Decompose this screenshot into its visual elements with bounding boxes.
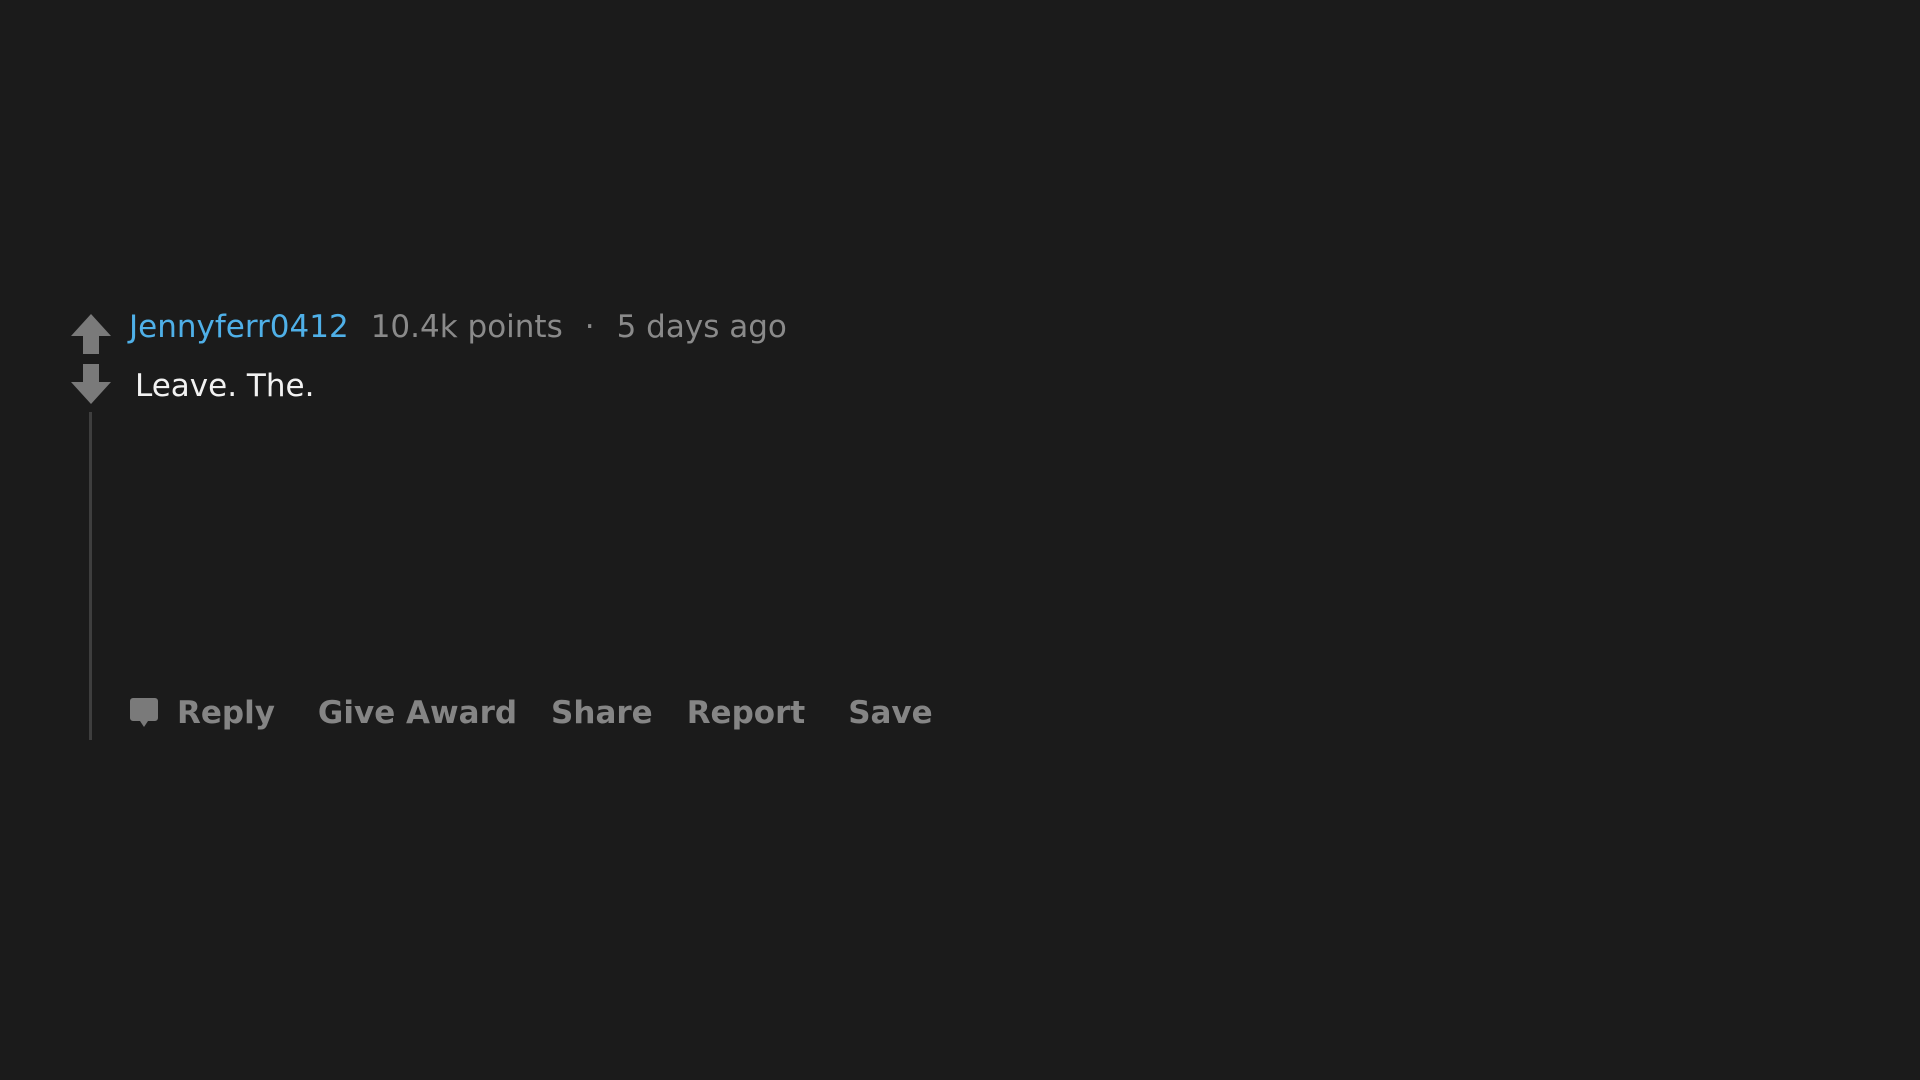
- comment-meta: Jennyferr0412 10.4k points · 5 days ago: [129, 306, 787, 348]
- reply-button[interactable]: Reply: [130, 695, 275, 731]
- share-button[interactable]: Share: [551, 695, 653, 731]
- arrow-up-icon: [71, 314, 111, 354]
- comment-body: Leave. The.: [135, 368, 315, 404]
- points-count: 10.4k points: [370, 309, 563, 345]
- share-label: Share: [551, 695, 653, 731]
- timestamp[interactable]: 5 days ago: [617, 309, 787, 345]
- arrow-down-icon: [71, 364, 111, 404]
- comment-actions: Reply Give Award Share Report Save: [130, 693, 933, 733]
- comment: Jennyferr0412 10.4k points · 5 days ago …: [0, 0, 1920, 1080]
- speech-bubble-icon: [130, 698, 158, 728]
- thread-collapse-line[interactable]: [89, 412, 92, 740]
- save-label: Save: [848, 695, 933, 731]
- save-button[interactable]: Save: [848, 695, 932, 731]
- author-link[interactable]: Jennyferr0412: [129, 309, 349, 345]
- reply-label: Reply: [177, 695, 275, 731]
- give-award-button[interactable]: Give Award: [318, 695, 517, 731]
- meta-separator: ·: [584, 309, 595, 345]
- give-award-label: Give Award: [317, 695, 518, 731]
- upvote-button[interactable]: [70, 312, 112, 354]
- downvote-button[interactable]: [70, 364, 112, 406]
- report-label: Report: [686, 695, 806, 731]
- report-button[interactable]: Report: [687, 695, 806, 731]
